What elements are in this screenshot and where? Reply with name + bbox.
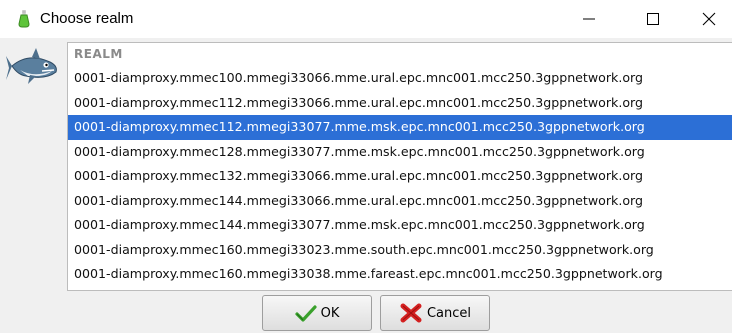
close-icon — [702, 12, 716, 26]
list-item[interactable]: 0001-diamproxy.mmec100.mmegi33066.mme.ur… — [68, 66, 732, 91]
list-item[interactable]: 0001-diamproxy.mmec160.mmegi33023.mme.so… — [68, 238, 732, 263]
cancel-label: Cancel — [426, 305, 472, 321]
list-item[interactable]: 0001-diamproxy.mmec160.mmegi33038.mme.fa… — [68, 262, 732, 287]
checkmark-arrow-icon — [295, 305, 317, 322]
minimize-icon — [583, 18, 595, 20]
list-item-selected[interactable]: 0001-diamproxy.mmec112.mmegi33077.mme.ms… — [68, 115, 732, 140]
minimize-button[interactable] — [566, 0, 612, 38]
maximize-button[interactable] — [630, 0, 676, 38]
list-item[interactable]: 0001-diamproxy.mmec144.mmegi33066.mme.ur… — [68, 189, 732, 214]
flask-icon — [16, 9, 32, 29]
realm-list[interactable]: REALM 0001-diamproxy.mmec100.mmegi33066.… — [67, 42, 732, 291]
column-header-realm[interactable]: REALM — [68, 43, 732, 66]
list-item[interactable]: 0001-diamproxy.mmec112.mmegi33066.mme.ur… — [68, 91, 732, 116]
ok-button[interactable]: OK — [262, 295, 372, 331]
maximize-icon — [647, 13, 659, 25]
title-bar: Choose realm — [0, 0, 732, 38]
ok-label: OK — [320, 305, 340, 321]
list-item[interactable]: 0001-diamproxy.mmec144.mmegi33077.mme.ms… — [68, 213, 732, 238]
list-item[interactable]: 0001-diamproxy.mmec128.mmegi33077.mme.ms… — [68, 140, 732, 165]
shark-icon — [6, 44, 62, 94]
red-x-icon — [400, 303, 422, 323]
list-item[interactable]: 0001-diamproxy.mmec132.mmegi33066.mme.ur… — [68, 164, 732, 189]
close-button[interactable] — [686, 0, 732, 38]
cancel-button[interactable]: Cancel — [380, 295, 490, 331]
window-title: Choose realm — [40, 10, 134, 27]
